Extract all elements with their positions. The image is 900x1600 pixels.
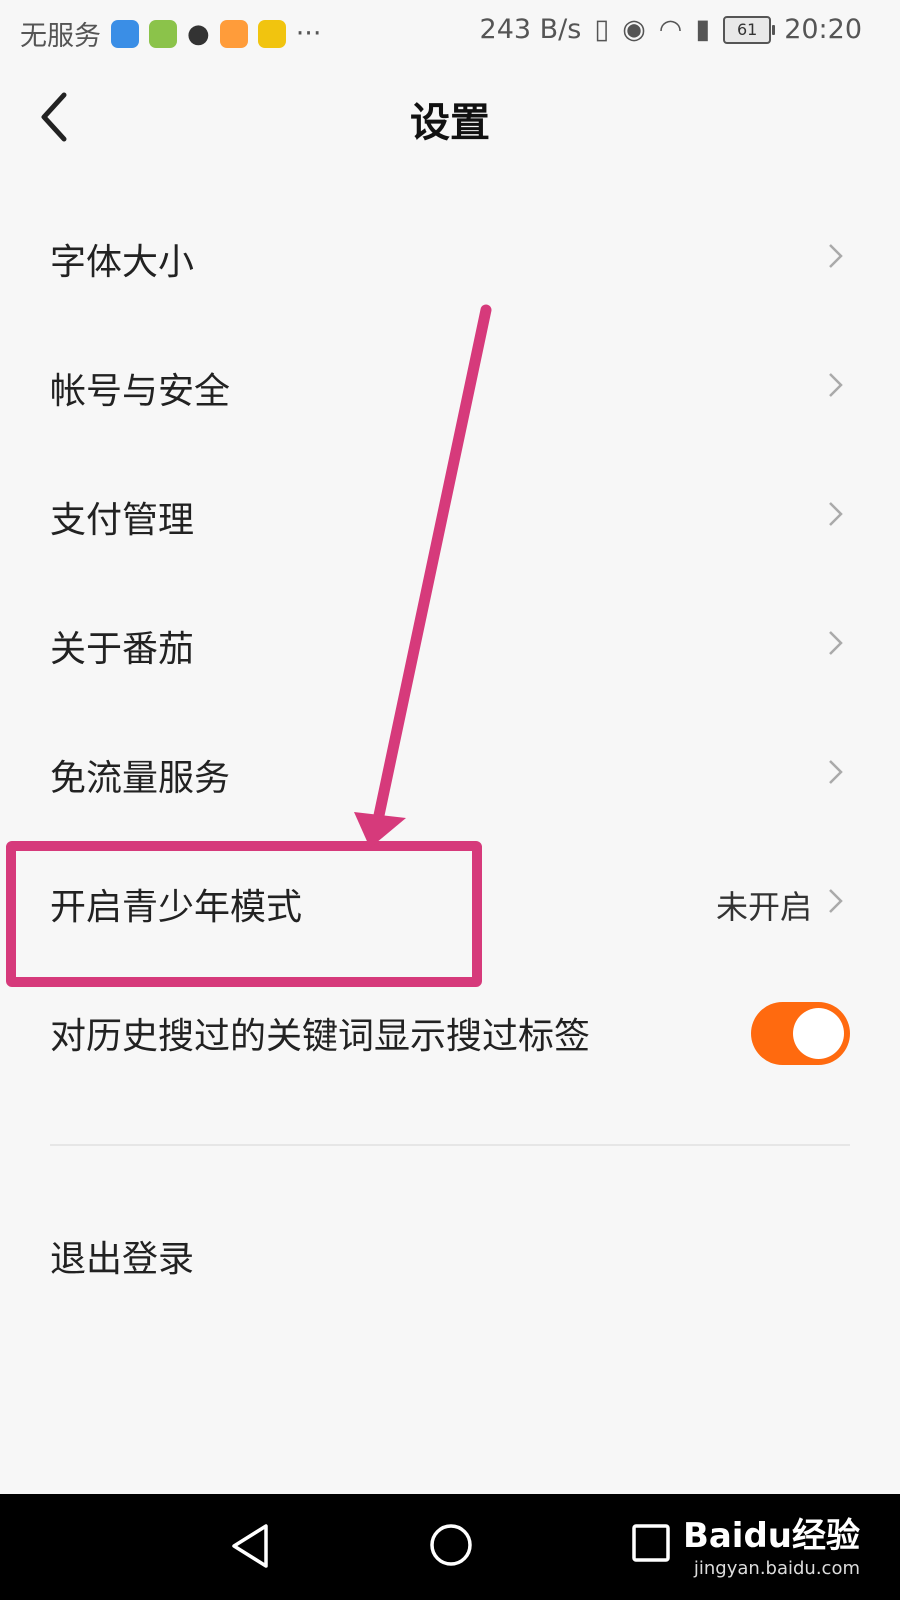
annotation-highlight-box — [6, 841, 482, 987]
weibo-icon — [257, 19, 286, 48]
more-notifications: ··· — [295, 18, 322, 49]
recents-nav-icon[interactable] — [630, 1522, 672, 1564]
setting-label: 关于番茄 — [50, 629, 195, 670]
shield-app-icon — [111, 19, 139, 48]
video-app-icon — [219, 19, 248, 48]
wifi-icon: ◠ — [658, 14, 683, 45]
eye-icon: ◉ — [622, 14, 646, 45]
home-nav-icon[interactable] — [428, 1522, 474, 1568]
chevron-right-icon — [829, 502, 843, 526]
setting-label: 支付管理 — [50, 500, 195, 541]
youth-mode-status: 未开启 — [715, 888, 812, 926]
page-title: 设置 — [410, 100, 490, 146]
chevron-right-icon — [829, 373, 843, 397]
setting-search-tag: 对历史搜过的关键词显示搜过标签 — [0, 969, 900, 1098]
watermark-url: jingyan.baidu.com — [693, 1558, 860, 1579]
setting-label: 对历史搜过的关键词显示搜过标签 — [50, 1016, 591, 1057]
sim-alert-icon: ▮ — [695, 14, 711, 45]
toggle-knob — [793, 1008, 844, 1059]
setting-free-data[interactable]: 免流量服务 — [0, 711, 900, 840]
logout-button[interactable]: 退出登录 — [50, 1230, 194, 1282]
setting-label: 免流量服务 — [50, 758, 231, 799]
baidu-jingyan-watermark: Baidu经验 jingyan.baidu.com — [683, 1518, 860, 1579]
back-nav-icon[interactable] — [228, 1522, 272, 1570]
setting-payment[interactable]: 支付管理 — [0, 453, 900, 582]
chevron-right-icon — [829, 889, 843, 913]
search-tag-toggle[interactable] — [751, 1002, 850, 1065]
setting-label: 帐号与安全 — [50, 371, 231, 412]
chevron-right-icon — [829, 760, 843, 784]
watermark-logo: Baidu经验 — [682, 1516, 860, 1556]
chevron-right-icon — [829, 631, 843, 655]
chevron-right-icon — [829, 244, 843, 268]
battery-icon: 61 — [723, 15, 776, 44]
clock: 20:20 — [784, 14, 862, 45]
setting-account-security[interactable]: 帐号与安全 — [0, 324, 900, 453]
qq-icon: ● — [187, 18, 210, 49]
header: 设置 — [0, 62, 900, 172]
status-bar: 无服务 ● ··· 243 B/s ▯ ◉ ◠ ▮ 61 20:20 — [0, 0, 900, 62]
carrier-text: 无服务 — [20, 21, 101, 52]
nav-bar: Baidu经验 jingyan.baidu.com — [0, 1494, 900, 1600]
setting-font-size[interactable]: 字体大小 — [0, 195, 900, 324]
net-speed: 243 B/s — [479, 14, 582, 45]
vibrate-icon: ▯ — [594, 14, 610, 45]
setting-about[interactable]: 关于番茄 — [0, 582, 900, 711]
setting-label: 字体大小 — [50, 242, 195, 283]
divider — [50, 1144, 850, 1146]
game-app-icon — [149, 19, 177, 48]
